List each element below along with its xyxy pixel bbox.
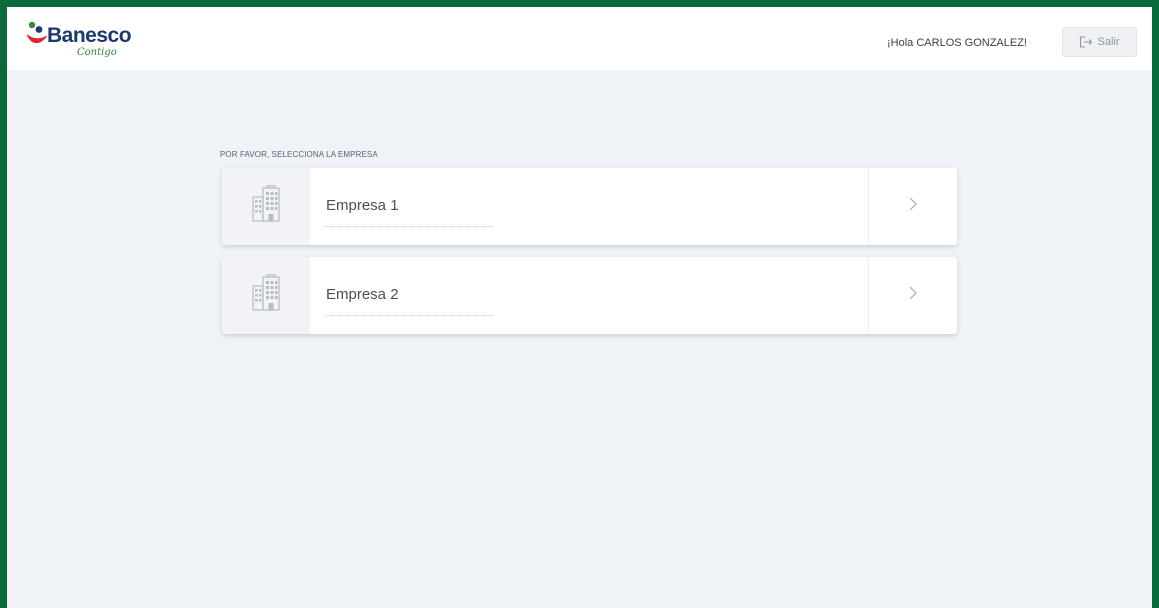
select-company-prompt: POR FAVOR, SELECCIONA LA EMPRESA xyxy=(220,150,378,159)
logout-label: Salir xyxy=(1097,36,1120,48)
company-name-underline xyxy=(325,226,493,227)
company-card-2[interactable]: Empresa 2 xyxy=(222,257,957,334)
building-icon xyxy=(250,274,282,317)
company-icon-cell xyxy=(222,168,310,245)
top-bar: Banesco Contigo ¡Hola CARLOS GONZALEZ! S… xyxy=(7,7,1152,70)
company-name: Empresa 1 xyxy=(326,197,399,214)
company-select-arrow[interactable] xyxy=(868,257,957,334)
company-name-underline xyxy=(325,315,493,316)
company-icon-cell xyxy=(222,257,310,334)
brand-name: Banesco xyxy=(47,24,132,47)
chevron-right-icon xyxy=(908,196,918,217)
logout-button[interactable]: Salir xyxy=(1062,27,1137,57)
user-greeting: ¡Hola CARLOS GONZALEZ! xyxy=(887,37,1027,49)
chevron-right-icon xyxy=(908,285,918,306)
banesco-logo[interactable]: Banesco Contigo xyxy=(25,19,165,63)
brand-tagline: Contigo xyxy=(77,47,117,58)
company-name: Empresa 2 xyxy=(326,286,399,303)
company-select-arrow[interactable] xyxy=(868,168,957,245)
logout-icon xyxy=(1079,36,1093,48)
company-card-1[interactable]: Empresa 1 xyxy=(222,168,957,245)
building-icon xyxy=(250,185,282,228)
banesco-logo-icon xyxy=(27,21,47,44)
app-frame: Banesco Contigo ¡Hola CARLOS GONZALEZ! S… xyxy=(7,7,1152,608)
